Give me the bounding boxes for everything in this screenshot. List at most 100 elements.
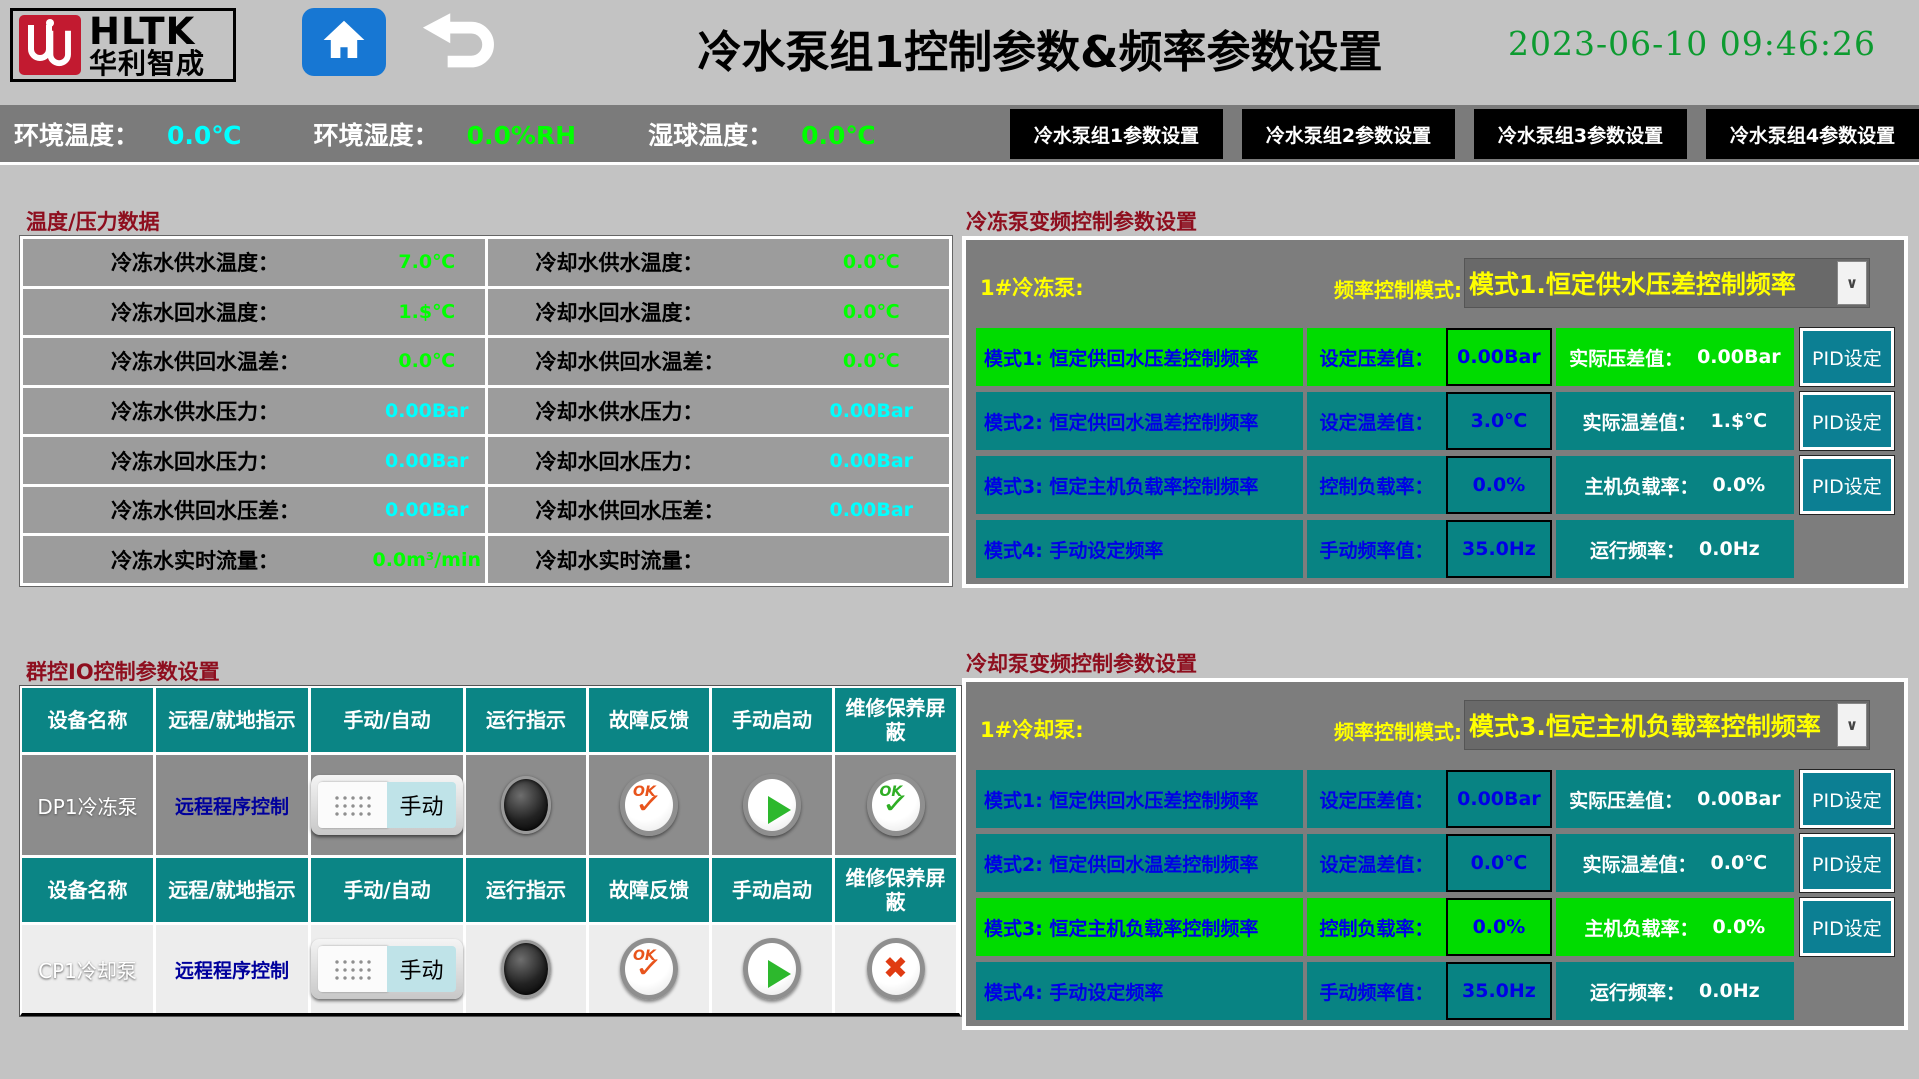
measurement-label: 冷却水供回水压差： bbox=[536, 495, 794, 525]
temp-table-title: 温度/压力数据 bbox=[26, 206, 160, 236]
setpoint-label: 手动频率值： bbox=[1307, 962, 1446, 1020]
io-column-header: 故障反馈 bbox=[589, 688, 709, 752]
mode-option[interactable]: 模式2: 恒定供回水温差控制频率 bbox=[976, 392, 1303, 450]
setpoint-cell: 设定压差值： 0.00Bar bbox=[1307, 328, 1552, 386]
maintenance-ok-icon[interactable]: OK✓ bbox=[867, 774, 925, 836]
chevron-down-icon[interactable]: ∨ bbox=[1837, 703, 1867, 747]
setpoint-cell: 手动频率值： 35.0Hz bbox=[1307, 962, 1552, 1020]
mode-option[interactable]: 模式3: 恒定主机负载率控制频率 bbox=[976, 456, 1303, 514]
measurement-label: 冷却水供水压力： bbox=[536, 396, 794, 426]
keypad-icon bbox=[318, 946, 387, 992]
pump-group-nav: 冷水泵组1参数设置 冷水泵组2参数设置 冷水泵组3参数设置 冷水泵组4参数设置 bbox=[1010, 109, 1919, 159]
home-button[interactable] bbox=[302, 8, 386, 76]
setpoint-label: 设定温差值： bbox=[1307, 834, 1446, 892]
mode-option[interactable]: 模式4: 手动设定频率 bbox=[976, 962, 1303, 1020]
chevron-down-icon[interactable]: ∨ bbox=[1837, 261, 1867, 305]
manual-auto-cell: 手动 bbox=[311, 755, 463, 855]
start-play-icon[interactable] bbox=[743, 774, 801, 836]
actual-label: 运行频率： bbox=[1590, 536, 1685, 563]
datetime-display: 2023-06-10 09:46:26 bbox=[1508, 24, 1908, 63]
remote-local-cell: 远程程序控制 bbox=[156, 925, 308, 1013]
actual-value: 0.0% bbox=[1713, 474, 1766, 496]
pid-setting-button[interactable]: PID设定 bbox=[1800, 898, 1894, 956]
actual-value: 0.0℃ bbox=[1711, 852, 1768, 874]
measurement-label: 冷冻水供水温度： bbox=[111, 247, 369, 277]
setpoint-cell: 控制负载率： 0.0% bbox=[1307, 456, 1552, 514]
mode-option[interactable]: 模式4: 手动设定频率 bbox=[976, 520, 1303, 578]
measurement-value: 0.0℃ bbox=[794, 301, 950, 323]
remote-local-cell: 远程程序控制 bbox=[156, 755, 308, 855]
actual-value-cell: 运行频率： 0.0Hz bbox=[1556, 962, 1794, 1020]
io-column-header: 远程/就地指示 bbox=[156, 858, 308, 922]
freq-mode-dropdown[interactable]: 模式3.恒定主机负载率控制频率 ∨ bbox=[1464, 700, 1870, 750]
table-row: 冷冻水回水温度： 1.$℃ bbox=[23, 289, 485, 336]
pid-setting-button[interactable]: PID设定 bbox=[1800, 770, 1894, 828]
run-indicator-lamp bbox=[501, 940, 551, 998]
mode-option[interactable]: 模式2: 恒定供回水温差控制频率 bbox=[976, 834, 1303, 892]
run-indicator-cell bbox=[466, 925, 586, 1013]
setpoint-input[interactable]: 0.00Bar bbox=[1446, 770, 1552, 828]
run-indicator-cell bbox=[466, 755, 586, 855]
actual-value: 0.00Bar bbox=[1697, 788, 1781, 810]
pump-group-nav-button[interactable]: 冷水泵组2参数设置 bbox=[1242, 109, 1455, 159]
io-column-header: 手动启动 bbox=[712, 858, 832, 922]
device-name-cell: CP1冷却泵 bbox=[22, 925, 153, 1013]
fault-ok-icon: OK✓ bbox=[620, 938, 678, 1000]
actual-label: 实际压差值： bbox=[1569, 344, 1683, 371]
setpoint-cell: 控制负载率： 0.0% bbox=[1307, 898, 1552, 956]
pump-group-nav-button[interactable]: 冷水泵组3参数设置 bbox=[1474, 109, 1687, 159]
table-row: 冷冻水回水压力： 0.00Bar bbox=[23, 437, 485, 484]
manual-auto-toggle[interactable]: 手动 bbox=[311, 775, 463, 835]
pid-setting-button[interactable]: PID设定 bbox=[1800, 328, 1894, 386]
setpoint-input[interactable]: 35.0Hz bbox=[1446, 962, 1552, 1020]
setpoint-label: 设定压差值： bbox=[1307, 328, 1446, 386]
manual-start-cell bbox=[712, 755, 832, 855]
env-label: 环境湿度： bbox=[314, 116, 439, 152]
measurement-label: 冷冻水供回水压差： bbox=[111, 495, 369, 525]
mode-option[interactable]: 模式1: 恒定供回水压差控制频率 bbox=[976, 770, 1303, 828]
table-row: 冷却水供水温度： 0.0℃ bbox=[488, 239, 950, 286]
pid-setting-button[interactable]: PID设定 bbox=[1800, 456, 1894, 514]
manual-start-cell bbox=[712, 925, 832, 1013]
start-play-icon[interactable] bbox=[743, 938, 801, 1000]
actual-value: 0.00Bar bbox=[1697, 346, 1781, 368]
back-button[interactable] bbox=[412, 12, 512, 76]
chiller-vfd-panel: 1#冷冻泵: 频率控制模式: 模式1.恒定供水压差控制频率 ∨ 模式1: 恒定供… bbox=[962, 236, 1908, 588]
freq-mode-dropdown[interactable]: 模式1.恒定供水压差控制频率 ∨ bbox=[1464, 258, 1870, 308]
table-row: 冷却水供回水温差： 0.0℃ bbox=[488, 338, 950, 385]
mode-option[interactable]: 模式3: 恒定主机负载率控制频率 bbox=[976, 898, 1303, 956]
chiller-panel-title: 冷冻泵变频控制参数设置 bbox=[966, 206, 1197, 236]
measurement-label: 冷却水供回水温差： bbox=[536, 346, 794, 376]
measurement-value: 0.0℃ bbox=[794, 350, 950, 372]
actual-value-cell: 主机负载率： 0.0% bbox=[1556, 456, 1794, 514]
pump-group-nav-button[interactable]: 冷水泵组1参数设置 bbox=[1010, 109, 1223, 159]
measurement-value: 1.$℃ bbox=[369, 301, 485, 323]
setpoint-input[interactable]: 35.0Hz bbox=[1446, 520, 1552, 578]
measurement-value: 0.00Bar bbox=[369, 400, 485, 422]
measurement-label: 冷却水供水温度： bbox=[536, 247, 794, 277]
measurement-label: 冷却水回水温度： bbox=[536, 297, 794, 327]
io-column-header: 运行指示 bbox=[466, 688, 586, 752]
environment-readout: 湿球温度： 0.0℃ bbox=[648, 116, 876, 152]
pid-setting-button[interactable]: PID设定 bbox=[1800, 392, 1894, 450]
setpoint-input[interactable]: 0.0% bbox=[1446, 456, 1552, 514]
setpoint-input[interactable]: 0.00Bar bbox=[1446, 328, 1552, 386]
company-logo: HLTK 华利智成 bbox=[10, 8, 236, 82]
setpoint-input[interactable]: 0.0℃ bbox=[1446, 834, 1552, 892]
table-row: 冷冻水实时流量： 0.0m³/min bbox=[23, 536, 485, 583]
actual-value-cell: 实际温差值： 0.0℃ bbox=[1556, 834, 1794, 892]
actual-value-cell: 实际温差值： 1.$℃ bbox=[1556, 392, 1794, 450]
mode-row: 模式4: 手动设定频率 手动频率值： 35.0Hz 运行频率： 0.0Hz bbox=[976, 520, 1894, 578]
fault-feedback-cell: OK✓ bbox=[589, 925, 709, 1013]
actual-label: 实际压差值： bbox=[1569, 786, 1683, 813]
mode-option[interactable]: 模式1: 恒定供回水压差控制频率 bbox=[976, 328, 1303, 386]
device-name-cell: DP1冷冻泵 bbox=[22, 755, 153, 855]
pid-setting-button[interactable]: PID设定 bbox=[1800, 834, 1894, 892]
actual-value-cell: 实际压差值： 0.00Bar bbox=[1556, 328, 1794, 386]
manual-auto-toggle[interactable]: 手动 bbox=[311, 939, 463, 999]
keypad-icon bbox=[318, 782, 387, 828]
maintenance-x-icon[interactable]: ✖ bbox=[867, 938, 925, 1000]
setpoint-input[interactable]: 3.0℃ bbox=[1446, 392, 1552, 450]
setpoint-input[interactable]: 0.0% bbox=[1446, 898, 1552, 956]
pump-group-nav-button[interactable]: 冷水泵组4参数设置 bbox=[1706, 109, 1919, 159]
